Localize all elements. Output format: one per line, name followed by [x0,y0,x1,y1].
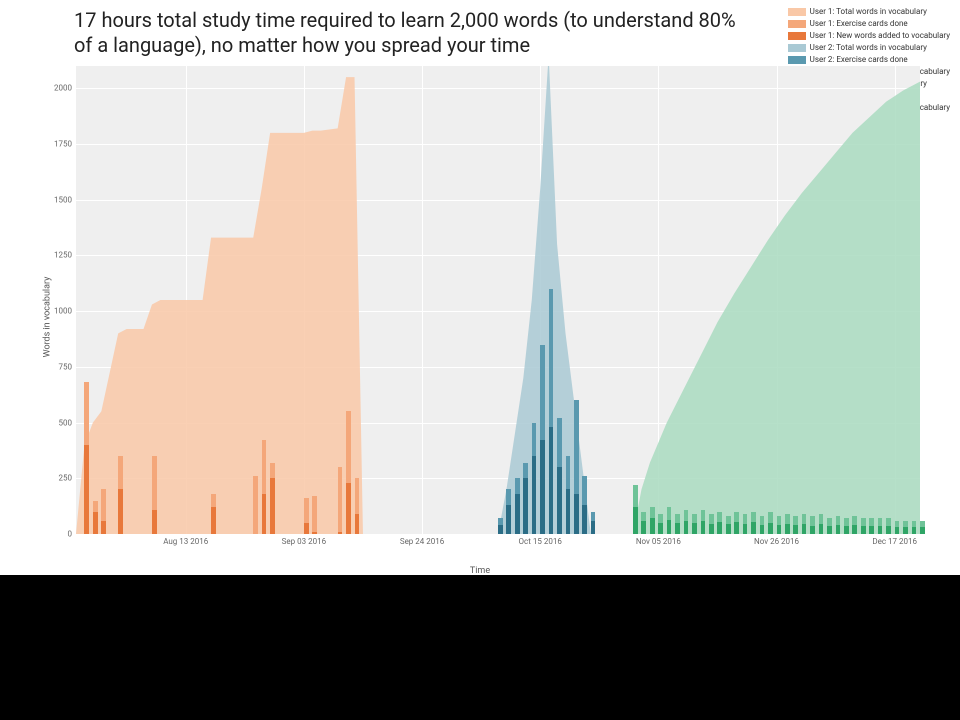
x-axis-label: Time [40,566,920,575]
legend-label: User 1: Exercise cards done [810,18,908,29]
bar [810,526,815,534]
bar [650,518,655,534]
bar [717,522,722,534]
y-axis-label: Words in vocabulary [40,62,52,562]
y-tick: 1750 [54,139,76,148]
bar [886,526,891,534]
bar [658,523,663,534]
bar [793,525,798,534]
x-tick: Sep 24 2016 [400,534,444,546]
bar [861,526,866,534]
bar [827,526,832,534]
x-tick: Nov 26 2016 [754,534,799,546]
bar [709,524,714,534]
chart: Words in vocabulary Time 025050075010001… [40,62,920,562]
bar [726,524,731,534]
y-tick: 1250 [54,251,76,260]
x-tick: Sep 03 2016 [282,534,326,546]
y-tick: 500 [59,418,77,427]
y-tick: 750 [59,362,77,371]
y-tick: 2000 [54,84,76,93]
plot-area: 025050075010001250150017502000Aug 13 201… [76,66,920,534]
legend-label: User 1: Total words in vocabulary [810,6,927,17]
legend-swatch [788,20,806,28]
bar [760,525,765,534]
legend-item: User 1: Exercise cards done [788,18,950,29]
legend-label: User 1: New words added to vocabulary [810,30,950,41]
legend-swatch [788,8,806,16]
bar [869,526,874,534]
bar [785,524,790,534]
bar [768,523,773,534]
legend-label: User 2: Total words in vocabulary [810,42,927,53]
bar [844,526,849,534]
bar [743,524,748,534]
bar [734,522,739,534]
bar [852,525,857,534]
x-tick: Aug 13 2016 [163,534,208,546]
x-tick: Nov 05 2016 [636,534,681,546]
bar [836,525,841,534]
bar [675,523,680,534]
bar [633,507,638,534]
bar [802,524,807,534]
x-tick: Dec 17 2016 [872,534,917,546]
legend-item: User 1: New words added to vocabulary [788,30,950,41]
bar [819,524,824,534]
legend-swatch [788,32,806,40]
bar [692,523,697,534]
bar [920,527,925,534]
y-tick: 1000 [54,307,76,316]
bar [751,522,756,534]
x-tick: Oct 15 2016 [519,534,562,546]
bar [701,521,706,534]
bar [667,520,672,534]
chart-title: 17 hours total study time required to le… [74,8,754,58]
legend-swatch [788,44,806,52]
bar [878,526,883,534]
y-tick: 1500 [54,195,76,204]
bar [912,527,917,534]
y-tick: 0 [68,530,77,539]
area-series [76,66,920,534]
legend-item: User 1: Total words in vocabulary [788,6,950,17]
bar [777,525,782,534]
y-tick: 250 [59,474,77,483]
bar [641,521,646,534]
bar [684,521,689,534]
bar [903,527,908,534]
bar [895,527,900,534]
slide: 17 hours total study time required to le… [0,0,960,575]
legend-item: User 2: Total words in vocabulary [788,42,950,53]
